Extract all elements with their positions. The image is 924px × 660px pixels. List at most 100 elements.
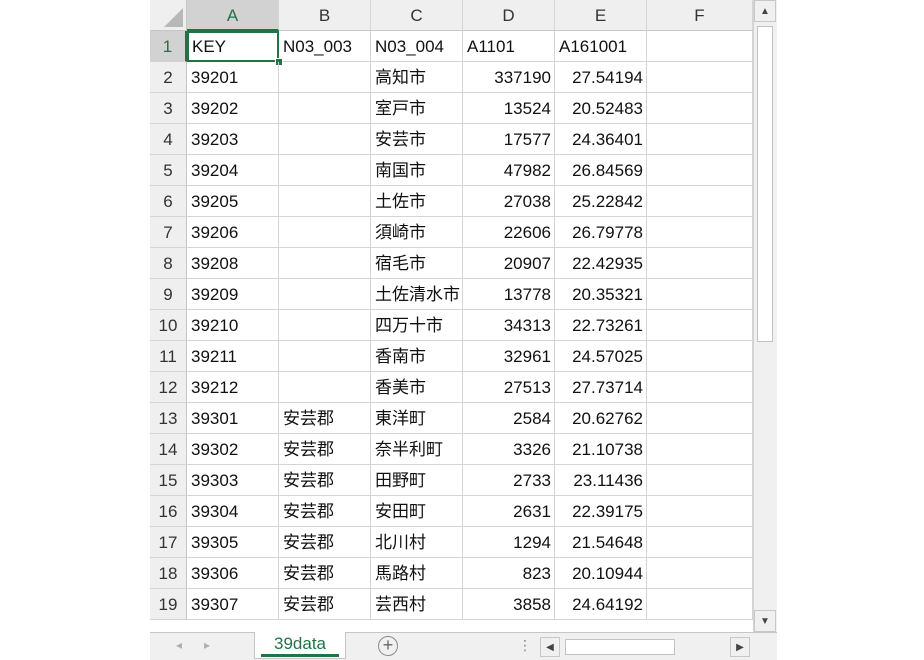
cell-a1[interactable]: KEY (187, 31, 279, 62)
cell-d14[interactable]: 3326 (463, 434, 555, 465)
cell-b1[interactable]: N03_003 (279, 31, 371, 62)
cell-a11[interactable]: 39211 (187, 341, 279, 372)
cell-f10[interactable] (647, 310, 753, 341)
scroll-left-arrow-icon[interactable]: ◀ (540, 637, 560, 657)
cell-a19[interactable]: 39307 (187, 589, 279, 620)
cell-a18[interactable]: 39306 (187, 558, 279, 589)
cell-b3[interactable] (279, 93, 371, 124)
cell-b2[interactable] (279, 62, 371, 93)
cell-a15[interactable]: 39303 (187, 465, 279, 496)
cell-c11[interactable]: 香南市 (371, 341, 463, 372)
cell-e6[interactable]: 25.22842 (555, 186, 647, 217)
cell-f19[interactable] (647, 589, 753, 620)
cell-c9[interactable]: 土佐清水市 (371, 279, 463, 310)
cell-d8[interactable]: 20907 (463, 248, 555, 279)
cell-e14[interactable]: 21.10738 (555, 434, 647, 465)
cell-f1[interactable] (647, 31, 753, 62)
cell-b7[interactable] (279, 217, 371, 248)
cell-e12[interactable]: 27.73714 (555, 372, 647, 403)
cell-b18[interactable]: 安芸郡 (279, 558, 371, 589)
column-header-e[interactable]: E (555, 0, 647, 31)
cell-c8[interactable]: 宿毛市 (371, 248, 463, 279)
cell-e8[interactable]: 22.42935 (555, 248, 647, 279)
row-header-18[interactable]: 18 (150, 558, 187, 589)
cell-e9[interactable]: 20.35321 (555, 279, 647, 310)
cell-b14[interactable]: 安芸郡 (279, 434, 371, 465)
cell-f4[interactable] (647, 124, 753, 155)
cell-d17[interactable]: 1294 (463, 527, 555, 558)
cell-c17[interactable]: 北川村 (371, 527, 463, 558)
cell-b13[interactable]: 安芸郡 (279, 403, 371, 434)
scroll-up-arrow-icon[interactable]: ▲ (754, 0, 776, 22)
cell-a13[interactable]: 39301 (187, 403, 279, 434)
cell-a4[interactable]: 39203 (187, 124, 279, 155)
cell-f9[interactable] (647, 279, 753, 310)
cell-b4[interactable] (279, 124, 371, 155)
cell-d13[interactable]: 2584 (463, 403, 555, 434)
cell-c14[interactable]: 奈半利町 (371, 434, 463, 465)
cell-b19[interactable]: 安芸郡 (279, 589, 371, 620)
cell-f6[interactable] (647, 186, 753, 217)
row-header-6[interactable]: 6 (150, 186, 187, 217)
cell-d4[interactable]: 17577 (463, 124, 555, 155)
cell-a5[interactable]: 39204 (187, 155, 279, 186)
cell-f11[interactable] (647, 341, 753, 372)
cell-d15[interactable]: 2733 (463, 465, 555, 496)
cell-a12[interactable]: 39212 (187, 372, 279, 403)
row-header-5[interactable]: 5 (150, 155, 187, 186)
cell-c3[interactable]: 室戸市 (371, 93, 463, 124)
row-header-4[interactable]: 4 (150, 124, 187, 155)
cell-a14[interactable]: 39302 (187, 434, 279, 465)
row-header-7[interactable]: 7 (150, 217, 187, 248)
row-header-11[interactable]: 11 (150, 341, 187, 372)
row-header-19[interactable]: 19 (150, 589, 187, 620)
sheet-tab-39data[interactable]: 39data (254, 632, 346, 659)
cell-b5[interactable] (279, 155, 371, 186)
cell-e7[interactable]: 26.79778 (555, 217, 647, 248)
cell-c4[interactable]: 安芸市 (371, 124, 463, 155)
cell-a7[interactable]: 39206 (187, 217, 279, 248)
row-header-3[interactable]: 3 (150, 93, 187, 124)
cell-a6[interactable]: 39205 (187, 186, 279, 217)
cell-a3[interactable]: 39202 (187, 93, 279, 124)
row-header-17[interactable]: 17 (150, 527, 187, 558)
row-header-13[interactable]: 13 (150, 403, 187, 434)
cell-c5[interactable]: 南国市 (371, 155, 463, 186)
cell-e19[interactable]: 24.64192 (555, 589, 647, 620)
cell-f5[interactable] (647, 155, 753, 186)
cell-f12[interactable] (647, 372, 753, 403)
cell-d1[interactable]: A1101 (463, 31, 555, 62)
cell-b17[interactable]: 安芸郡 (279, 527, 371, 558)
cell-d16[interactable]: 2631 (463, 496, 555, 527)
cell-c19[interactable]: 芸西村 (371, 589, 463, 620)
cell-d3[interactable]: 13524 (463, 93, 555, 124)
cell-d5[interactable]: 47982 (463, 155, 555, 186)
cell-d19[interactable]: 3858 (463, 589, 555, 620)
cell-a17[interactable]: 39305 (187, 527, 279, 558)
cell-f8[interactable] (647, 248, 753, 279)
cell-e18[interactable]: 20.10944 (555, 558, 647, 589)
cell-b12[interactable] (279, 372, 371, 403)
cell-e11[interactable]: 24.57025 (555, 341, 647, 372)
cell-e16[interactable]: 22.39175 (555, 496, 647, 527)
horizontal-scroll-thumb[interactable] (565, 639, 675, 655)
cell-c16[interactable]: 安田町 (371, 496, 463, 527)
cell-c15[interactable]: 田野町 (371, 465, 463, 496)
cell-c2[interactable]: 高知市 (371, 62, 463, 93)
add-sheet-plus-icon[interactable]: + (378, 636, 398, 656)
row-header-15[interactable]: 15 (150, 465, 187, 496)
cell-d2[interactable]: 337190 (463, 62, 555, 93)
column-header-c[interactable]: C (371, 0, 463, 31)
cell-f16[interactable] (647, 496, 753, 527)
column-header-f[interactable]: F (647, 0, 753, 31)
cell-e2[interactable]: 27.54194 (555, 62, 647, 93)
select-all-corner[interactable] (150, 0, 187, 31)
cell-d12[interactable]: 27513 (463, 372, 555, 403)
cell-e4[interactable]: 24.36401 (555, 124, 647, 155)
cell-b11[interactable] (279, 341, 371, 372)
scroll-right-arrow-icon[interactable]: ▶ (730, 637, 750, 657)
cell-d11[interactable]: 32961 (463, 341, 555, 372)
cell-b15[interactable]: 安芸郡 (279, 465, 371, 496)
cell-f3[interactable] (647, 93, 753, 124)
cell-c13[interactable]: 東洋町 (371, 403, 463, 434)
